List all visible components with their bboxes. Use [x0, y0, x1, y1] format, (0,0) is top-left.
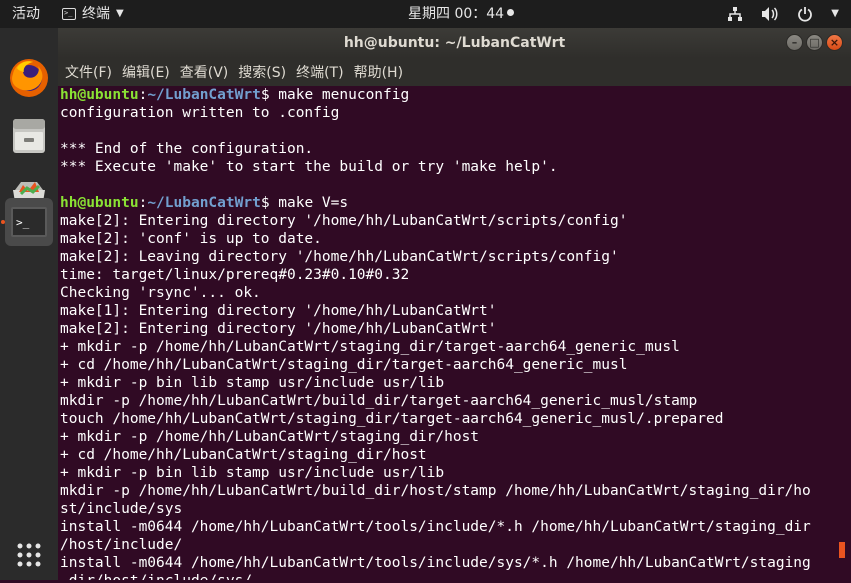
output-line: st/include/sys	[60, 501, 183, 517]
menu-edit[interactable]: 编辑(E)	[122, 62, 170, 82]
svg-text:>_: >_	[16, 216, 30, 229]
window-titlebar[interactable]: hh@ubuntu: ~/LubanCatWrt – □ ×	[58, 28, 851, 58]
output-line: configuration written to .config	[60, 105, 340, 121]
power-icon[interactable]	[797, 6, 813, 22]
menu-file[interactable]: 文件(F)	[65, 62, 112, 82]
app-menu-button[interactable]: >_ 终端 ▼	[62, 0, 124, 28]
output-line: make[2]: Entering directory '/home/hh/Lu…	[60, 321, 497, 337]
output-line: *** Execute 'make' to start the build or…	[60, 159, 558, 175]
app-menu-label: 终端	[82, 6, 110, 22]
output-line: mkdir -p /home/hh/LubanCatWrt/build_dir/…	[60, 483, 811, 499]
command-text: make V=s	[278, 195, 349, 211]
output-line: mkdir -p /home/hh/LubanCatWrt/build_dir/…	[60, 393, 698, 409]
menu-search[interactable]: 搜索(S)	[238, 62, 286, 82]
menu-view[interactable]: 查看(V)	[180, 62, 229, 82]
system-tray[interactable]: ▼	[727, 0, 839, 28]
menu-help[interactable]: 帮助(H)	[354, 62, 403, 82]
output-line: make[2]: Entering directory '/home/hh/Lu…	[60, 213, 628, 229]
clock-label: 星期四 00：44	[408, 6, 505, 22]
output-line: Checking 'rsync'... ok.	[60, 285, 261, 301]
running-indicator	[1, 220, 5, 224]
terminal-icon: >_	[11, 207, 47, 237]
prompt-line: hh@ubuntu:~/LubanCatWrt$ make V=s	[60, 195, 349, 211]
network-icon[interactable]	[727, 6, 743, 22]
output-line: /host/include/	[60, 537, 183, 553]
output-line: + mkdir -p bin lib stamp usr/include usr…	[60, 375, 445, 391]
activities-button[interactable]: 活动	[12, 0, 40, 28]
output-line: + mkdir -p bin lib stamp usr/include usr…	[60, 465, 445, 481]
terminal-output[interactable]: hh@ubuntu:~/LubanCatWrt$ make menuconfig…	[60, 86, 845, 580]
window-buttons: – □ ×	[786, 34, 843, 51]
notification-dot-icon	[507, 9, 515, 16]
chevron-down-icon: ▼	[116, 8, 124, 19]
window-title: hh@ubuntu: ~/LubanCatWrt	[343, 35, 566, 51]
prompt-path: ~/LubanCatWrt	[147, 195, 261, 211]
prompt-path: ~/LubanCatWrt	[147, 87, 261, 103]
chevron-down-icon[interactable]: ▼	[831, 0, 839, 28]
output-line: + cd /home/hh/LubanCatWrt/staging_dir/ho…	[60, 447, 427, 463]
output-line: + mkdir -p /home/hh/LubanCatWrt/staging_…	[60, 429, 480, 445]
prompt-line: hh@ubuntu:~/LubanCatWrt$ make menuconfig	[60, 87, 410, 103]
output-line: make[2]: 'conf' is up to date.	[60, 231, 322, 247]
output-line: *** End of the configuration.	[60, 141, 314, 157]
output-line: + mkdir -p /home/hh/LubanCatWrt/staging_…	[60, 339, 680, 355]
minimize-button[interactable]: –	[786, 34, 803, 51]
output-line: + cd /home/hh/LubanCatWrt/staging_dir/ta…	[60, 357, 628, 373]
dock-item-terminal[interactable]: >_	[5, 198, 53, 246]
dock: >_	[0, 28, 58, 580]
prompt-user-host: hh@ubuntu	[60, 195, 139, 211]
terminal-window: hh@ubuntu: ~/LubanCatWrt – □ × 文件(F) 编辑(…	[58, 28, 851, 580]
close-button[interactable]: ×	[826, 34, 843, 51]
output-line: time: target/linux/prereq#0.23#0.10#0.32	[60, 267, 410, 283]
prompt-user-host: hh@ubuntu	[60, 87, 139, 103]
dock-item-firefox[interactable]	[5, 54, 53, 102]
output-line: touch /home/hh/LubanCatWrt/staging_dir/t…	[60, 411, 724, 427]
firefox-icon	[10, 59, 48, 97]
show-apps-icon	[17, 543, 41, 567]
scrollbar-thumb[interactable]	[839, 542, 845, 558]
dock-item-files[interactable]	[5, 112, 53, 160]
top-bar: 活动 >_ 终端 ▼ 星期四 00：44 ▼	[0, 0, 851, 28]
prompt-symbol: $	[260, 87, 279, 103]
maximize-button[interactable]: □	[806, 34, 823, 51]
output-line: make[2]: Leaving directory '/home/hh/Lub…	[60, 249, 619, 265]
terminal-icon: >_	[62, 8, 76, 20]
volume-icon[interactable]	[761, 6, 779, 22]
show-applications-button[interactable]	[5, 531, 53, 579]
output-line: make[1]: Entering directory '/home/hh/Lu…	[60, 303, 497, 319]
menu-terminal[interactable]: 终端(T)	[296, 62, 343, 82]
output-line: install -m0644 /home/hh/LubanCatWrt/tool…	[60, 555, 811, 571]
prompt-symbol: $	[260, 195, 279, 211]
output-line: install -m0644 /home/hh/LubanCatWrt/tool…	[60, 519, 811, 535]
menu-bar: 文件(F) 编辑(E) 查看(V) 搜索(S) 终端(T) 帮助(H)	[58, 58, 851, 86]
clock-button[interactable]: 星期四 00：44	[408, 0, 515, 28]
command-text: make menuconfig	[278, 87, 410, 103]
output-line: _dir/host/include/sys/	[60, 572, 845, 580]
files-icon	[13, 119, 45, 153]
